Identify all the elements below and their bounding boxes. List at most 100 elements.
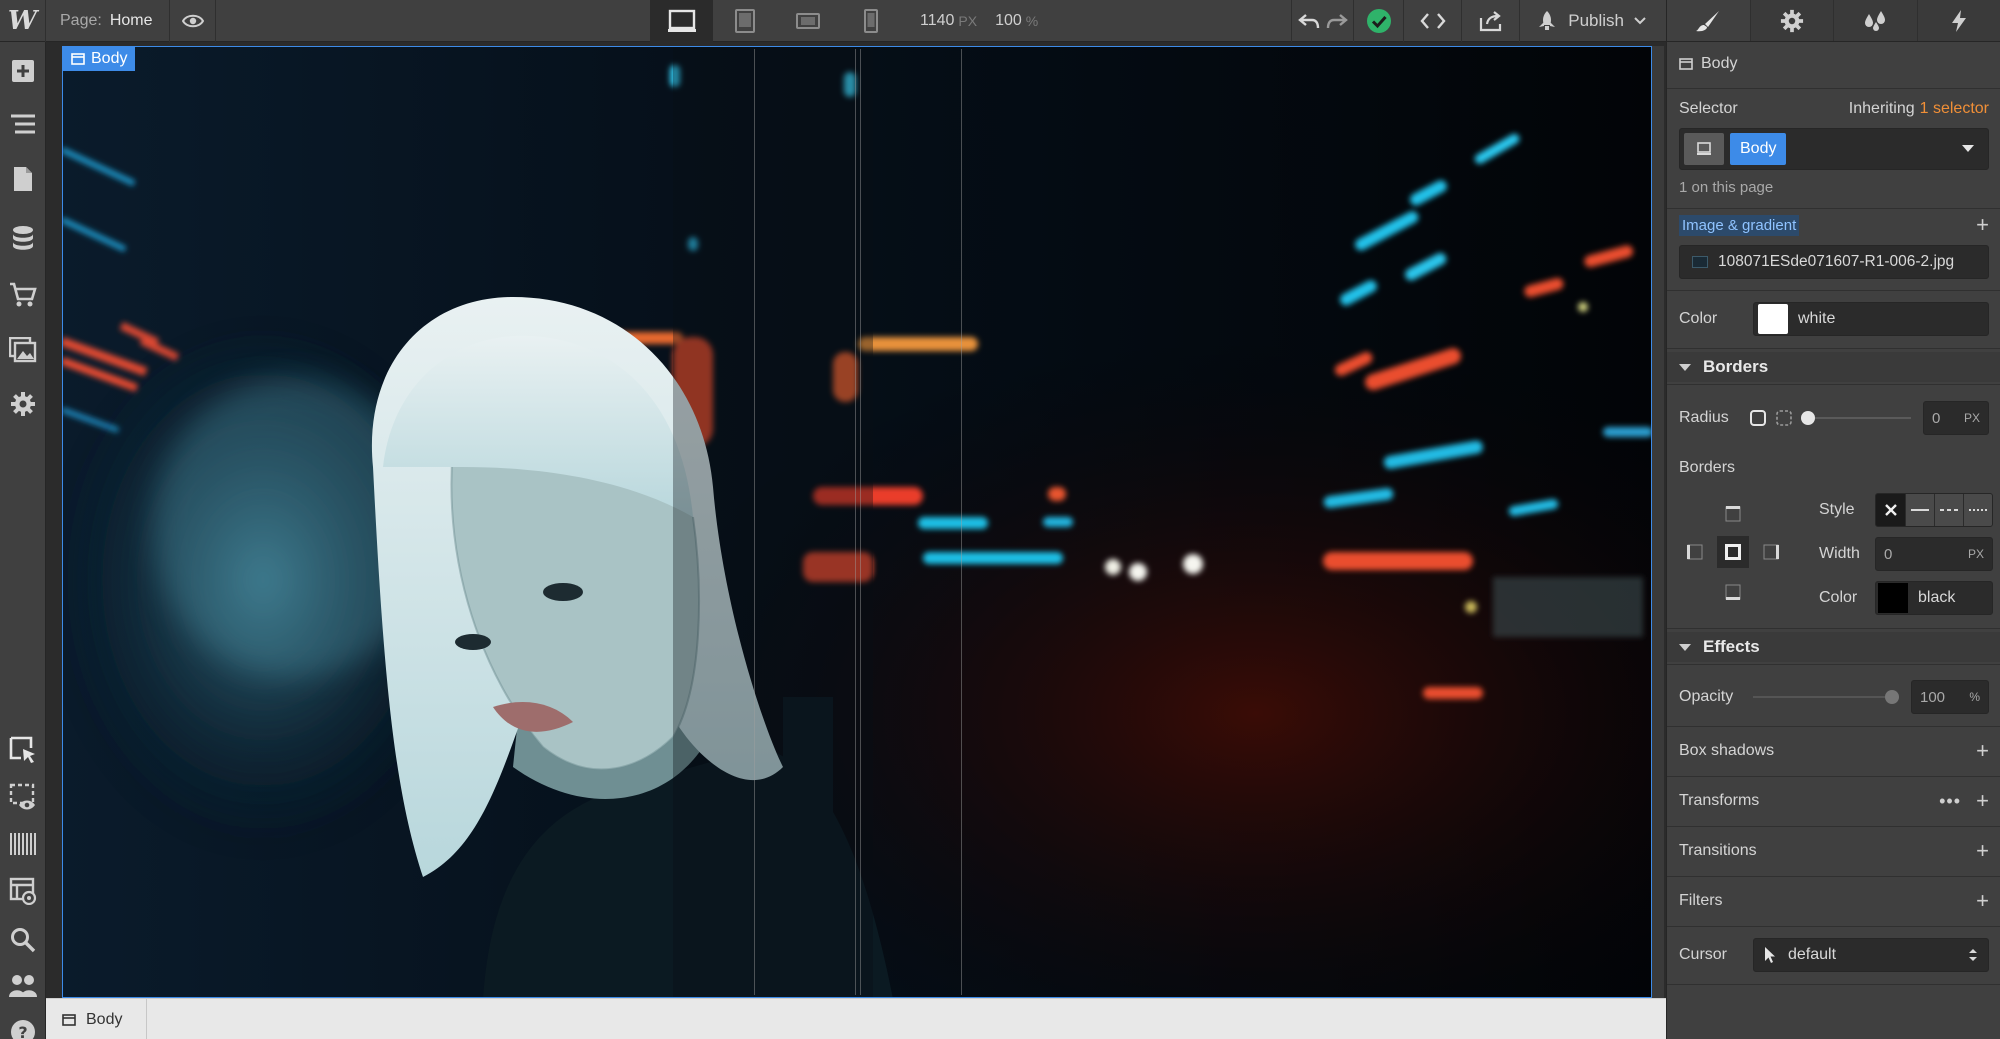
tab-lightning[interactable] [1918,0,2000,41]
selector-device-chip[interactable] [1684,133,1724,165]
design-canvas[interactable]: Body [62,46,1652,998]
border-all-button[interactable] [1717,536,1749,568]
background-color-value: white [1798,310,1836,327]
tab-style[interactable] [1667,0,1751,41]
selector-chip-body[interactable]: Body [1730,133,1787,165]
radius-input[interactable]: 0 PX [1923,401,1989,435]
selected-element-tag[interactable]: Body [63,47,136,71]
divider [1667,984,2000,985]
navigator-button[interactable] [0,102,46,146]
effects-section-header[interactable]: Effects [1667,632,2000,662]
border-style-solid-button[interactable] [1905,494,1934,526]
border-color-value: black [1918,589,1956,606]
add-filter-plus-icon[interactable]: + [1976,890,1989,912]
color-swatch[interactable] [1758,304,1788,334]
box-shadows-row[interactable]: Box shadows + [1667,738,2000,764]
border-bottom-button[interactable] [1717,576,1749,608]
selector-field[interactable]: Body [1679,128,1989,170]
tablet-breakpoint-button[interactable] [713,0,776,42]
border-color-swatch[interactable] [1878,583,1908,613]
mobile-portrait-breakpoint-button[interactable] [839,0,902,42]
border-width-row: Width 0 PX [1819,536,1995,572]
dotted-line-icon [1969,509,1987,511]
radius-all-corners-icon[interactable] [1749,409,1767,427]
add-transform-plus-icon[interactable]: + [1976,790,1989,812]
opacity-label: Opacity [1679,688,1734,705]
saved-status[interactable] [1353,0,1403,42]
inheriting-count-link[interactable]: 1 selector [1920,100,1989,118]
breakpoint-switcher [650,0,902,42]
cms-button[interactable] [0,216,46,260]
canvas-scrollbar[interactable] [1652,46,1664,998]
mobile-landscape-icon [795,13,820,29]
body-element-icon [1679,58,1693,70]
add-box-shadow-plus-icon[interactable]: + [1976,740,1989,762]
select-element-button[interactable] [0,728,46,772]
export-icon [1479,11,1501,32]
transforms-row[interactable]: Transforms ••• + [1667,788,2000,814]
background-color-field[interactable]: white [1753,302,1989,336]
border-right-button[interactable] [1755,536,1787,568]
slider-handle[interactable] [1801,411,1815,425]
border-style-dashed-button[interactable] [1934,494,1963,526]
solid-line-icon [1911,509,1929,511]
opacity-value: 100 [1920,688,1946,706]
help-button[interactable]: ? [0,1010,46,1039]
share-button[interactable] [1461,0,1519,42]
add-panel-button[interactable] [0,49,46,93]
assets-button[interactable] [0,328,46,372]
opacity-slider[interactable] [1753,690,1899,704]
border-color-field[interactable]: black [1875,581,1993,615]
radius-individual-corners-icon[interactable] [1775,409,1793,427]
style-manager-button[interactable] [0,869,46,913]
ecommerce-button[interactable] [0,273,46,317]
border-left-button[interactable] [1679,536,1711,568]
canvas-width[interactable]: 1140 [920,12,954,30]
more-options-icon[interactable]: ••• [1939,791,1961,812]
team-button[interactable] [0,964,46,1008]
search-button[interactable] [0,918,46,962]
canvas-zoom[interactable]: 100 [995,12,1022,30]
filters-row[interactable]: Filters + [1667,888,2000,914]
radius-slider[interactable] [1801,410,1911,426]
border-top-button[interactable] [1717,498,1749,530]
radius-value: 0 [1932,409,1941,427]
desktop-breakpoint-button[interactable] [650,0,713,42]
collapse-caret-icon [1679,643,1691,651]
page-selector[interactable]: Page: Home [46,0,170,42]
publish-button[interactable]: Publish [1519,0,1666,42]
grid-overlay-button[interactable] [0,822,46,866]
redo-icon[interactable] [1326,12,1348,30]
slider-handle[interactable] [1885,690,1899,704]
background-image-layer[interactable]: 108071ESde071607-R1-006-2.jpg [1679,245,1989,279]
cursor-select[interactable]: default [1753,938,1989,972]
tab-settings[interactable] [1751,0,1834,41]
add-transition-plus-icon[interactable]: + [1976,840,1989,862]
code-export-button[interactable] [1403,0,1461,42]
preview-mode-button[interactable] [0,775,46,819]
breadcrumb-item-body[interactable]: Body [46,999,148,1039]
caret-down-icon[interactable] [1962,145,1974,153]
pages-icon [14,167,32,191]
preview-eye-button[interactable] [170,0,216,42]
webflow-logo[interactable]: W [0,0,46,42]
mobile-landscape-breakpoint-button[interactable] [776,0,839,42]
image-gradient-label[interactable]: Image & gradient [1679,214,1800,236]
interactions-drops-icon [1865,10,1886,31]
borders-section-header[interactable]: Borders [1667,352,2000,382]
undo-icon[interactable] [1297,12,1320,30]
body-element-icon [71,53,85,65]
style-brush-icon [1696,10,1720,31]
opacity-input[interactable]: 100 % [1911,680,1989,714]
pages-button[interactable] [0,157,46,201]
border-style-dotted-button[interactable] [1963,494,1992,526]
image-file-row: 108071ESde071607-R1-006-2.jpg [1667,244,2000,280]
border-width-input[interactable]: 0 PX [1875,537,1993,571]
tab-interactions[interactable] [1834,0,1918,41]
add-background-plus-icon[interactable]: + [1976,214,1989,236]
project-settings-button[interactable] [0,382,46,426]
border-style-none-button[interactable] [1876,494,1905,526]
opacity-unit: % [1969,690,1980,704]
transitions-row[interactable]: Transitions + [1667,838,2000,864]
element-name: Body [1701,55,1738,72]
